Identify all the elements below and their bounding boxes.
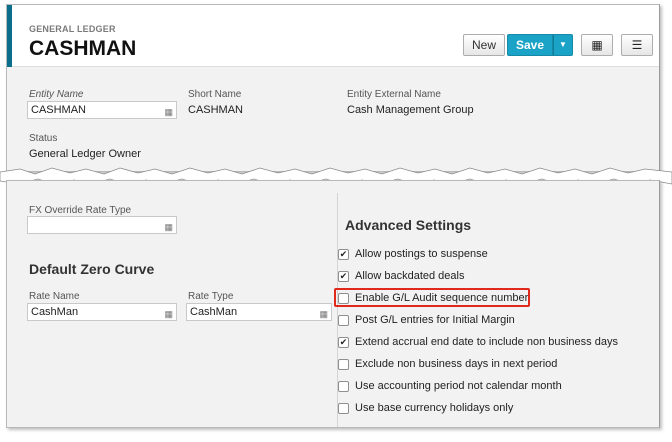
option-label: Allow backdated deals xyxy=(355,270,465,282)
rate-name-label: Rate Name xyxy=(29,291,80,302)
checkmark-icon: ✔ xyxy=(339,248,348,259)
external-name-label: Entity External Name xyxy=(347,89,441,100)
rate-type-label: Rate Type xyxy=(188,291,234,302)
fx-override-input[interactable]: ▦ xyxy=(27,216,177,234)
status-value: General Ledger Owner xyxy=(29,148,141,160)
entity-name-label: Entity Name xyxy=(29,89,84,100)
checkbox-checked[interactable]: ✔ xyxy=(338,248,349,260)
option-label: Extend accrual end date to include non b… xyxy=(355,336,618,348)
entity-name-value: CASHMAN xyxy=(31,104,87,116)
highlight-box xyxy=(334,288,530,307)
short-name-label: Short Name xyxy=(188,89,242,100)
breadcrumb: GENERAL LEDGER xyxy=(29,24,116,34)
save-options-button[interactable]: ▼ xyxy=(553,34,573,56)
external-name-value: Cash Management Group xyxy=(347,104,474,116)
short-name-value: CASHMAN xyxy=(188,104,244,116)
new-button[interactable]: New xyxy=(463,34,505,56)
option-use-base-currency-holidays[interactable]: Use base currency holidays only xyxy=(338,400,513,416)
option-use-accounting-period[interactable]: Use accounting period not calendar month xyxy=(338,378,562,394)
hamburger-menu-icon: ☰ xyxy=(631,38,643,52)
checkbox-checked[interactable]: ✔ xyxy=(338,270,349,282)
settings-panel: FX Override Rate Type ▦ Default Zero Cur… xyxy=(6,180,660,428)
rate-name-value: CashMan xyxy=(31,306,79,318)
caret-down-icon: ▼ xyxy=(559,40,567,49)
entity-header-panel: GENERAL LEDGER CASHMAN New Save ▼ ▦ ☰ En… xyxy=(6,4,660,172)
option-post-gl-initial-margin[interactable]: Post G/L entries for Initial Margin xyxy=(338,312,515,328)
checkmark-icon: ✔ xyxy=(339,336,348,347)
grid-icon: ▦ xyxy=(591,38,603,52)
checkmark-icon: ✔ xyxy=(339,270,348,281)
menu-button[interactable]: ☰ xyxy=(621,34,653,56)
checkbox-unchecked[interactable] xyxy=(338,314,349,326)
option-extend-accrual-end-date[interactable]: ✔ Extend accrual end date to include non… xyxy=(338,334,618,350)
checkbox-unchecked[interactable] xyxy=(338,402,349,414)
advanced-settings-title: Advanced Settings xyxy=(345,217,472,233)
zero-curve-title: Default Zero Curve xyxy=(29,261,155,277)
lookup-grid-icon[interactable]: ▦ xyxy=(319,306,327,322)
checkbox-unchecked[interactable] xyxy=(338,380,349,392)
option-label: Allow postings to suspense xyxy=(355,248,488,260)
lookup-grid-icon[interactable]: ▦ xyxy=(164,219,172,235)
checkbox-checked[interactable]: ✔ xyxy=(338,336,349,348)
header-band: GENERAL LEDGER CASHMAN New Save ▼ ▦ ☰ xyxy=(7,5,659,67)
option-label: Post G/L entries for Initial Margin xyxy=(355,314,515,326)
option-allow-postings-suspense[interactable]: ✔ Allow postings to suspense xyxy=(338,246,488,262)
fx-override-label: FX Override Rate Type xyxy=(29,205,132,216)
lookup-grid-icon[interactable]: ▦ xyxy=(164,104,172,120)
grid-view-button[interactable]: ▦ xyxy=(581,34,613,56)
rate-name-input[interactable]: CashMan ▦ xyxy=(27,303,177,321)
checkbox-unchecked[interactable] xyxy=(338,358,349,370)
option-allow-backdated-deals[interactable]: ✔ Allow backdated deals xyxy=(338,268,464,284)
save-button[interactable]: Save xyxy=(507,34,553,56)
entity-name-input[interactable]: CASHMAN ▦ xyxy=(27,101,177,119)
option-label: Use accounting period not calendar month xyxy=(355,380,562,392)
rate-type-input[interactable]: CashMan ▦ xyxy=(186,303,332,321)
status-label: Status xyxy=(29,133,58,144)
rate-type-value: CashMan xyxy=(190,306,238,318)
option-label: Use base currency holidays only xyxy=(355,402,514,414)
lookup-grid-icon[interactable]: ▦ xyxy=(164,306,172,322)
page-title: CASHMAN xyxy=(29,37,137,60)
option-label: Exclude non business days in next period xyxy=(355,358,558,370)
accent-bar xyxy=(7,5,12,67)
option-exclude-non-business-days[interactable]: Exclude non business days in next period xyxy=(338,356,557,372)
